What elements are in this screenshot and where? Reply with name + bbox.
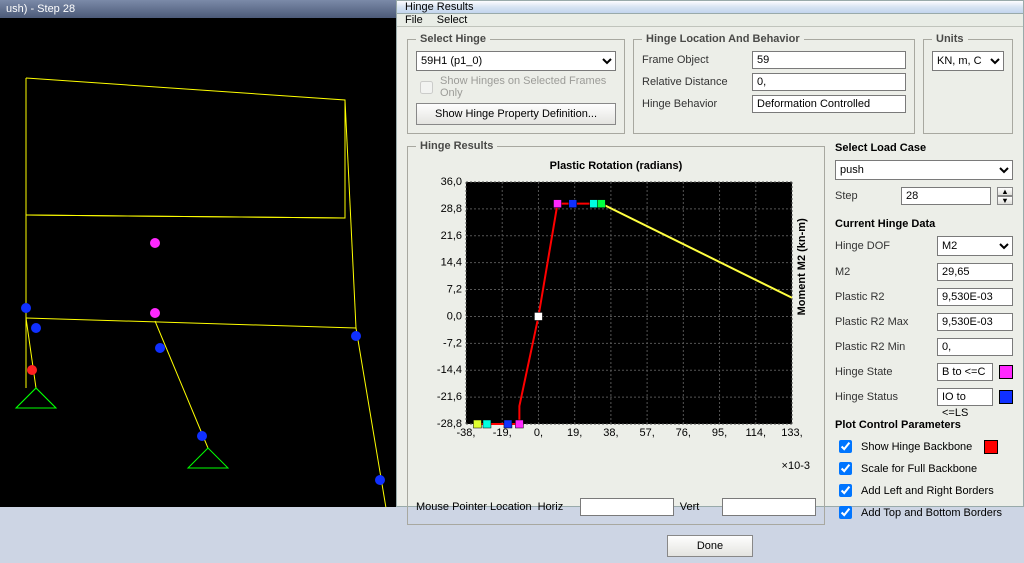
svg-text:28,8: 28,8	[441, 203, 462, 215]
hinge-status-color	[999, 390, 1013, 404]
select-hinge-legend: Select Hinge	[416, 33, 490, 45]
hinge-dof-select[interactable]: M2	[937, 236, 1013, 256]
hinge-status-value: IO to <=LS	[937, 388, 993, 406]
select-hinge-group: Select Hinge 59H1 (p1_0) Show Hinges on …	[407, 33, 625, 134]
x-axis-exponent: ×10-3	[782, 460, 810, 472]
svg-text:133,: 133,	[781, 427, 802, 439]
svg-text:38,: 38,	[603, 427, 618, 439]
hinge-results-legend: Hinge Results	[416, 140, 497, 152]
add-lr-row[interactable]: Add Left and Right Borders	[835, 481, 1013, 500]
units-legend: Units	[932, 33, 968, 45]
scale-backbone-row[interactable]: Scale for Full Backbone	[835, 459, 1013, 478]
mouse-horiz-value	[580, 498, 674, 516]
hinge-results-group: Hinge Results Plastic Rotation (radians)…	[407, 140, 825, 525]
m2-value: 29,65	[937, 263, 1013, 281]
chart-title: Plastic Rotation (radians)	[416, 158, 816, 176]
svg-text:-21,6: -21,6	[437, 391, 462, 403]
current-hinge-head: Current Hinge Data	[835, 218, 1013, 230]
plot-params-head: Plot Control Parameters	[835, 419, 1013, 431]
svg-text:95,: 95,	[712, 427, 727, 439]
svg-text:57,: 57,	[639, 427, 654, 439]
svg-text:19,: 19,	[567, 427, 582, 439]
svg-text:7,2: 7,2	[447, 284, 462, 296]
model-viewport[interactable]: ush) - Step 28	[0, 0, 396, 507]
done-button[interactable]: Done	[667, 535, 753, 557]
add-tb-row[interactable]: Add Top and Bottom Borders	[835, 503, 1013, 522]
svg-text:-14,4: -14,4	[437, 364, 462, 376]
hinge-location-legend: Hinge Location And Behavior	[642, 33, 804, 45]
load-case-head: Select Load Case	[835, 142, 1013, 154]
svg-text:21,6: 21,6	[441, 230, 462, 242]
show-backbone-checkbox[interactable]	[839, 440, 852, 453]
svg-text:0,: 0,	[534, 427, 543, 439]
step-up-button[interactable]: ▲	[997, 187, 1013, 196]
hinge-select[interactable]: 59H1 (p1_0)	[416, 51, 616, 71]
add-tb-checkbox[interactable]	[839, 506, 852, 519]
svg-text:-7,2: -7,2	[443, 337, 462, 349]
plasticr2min-value: 0,	[937, 338, 1013, 356]
svg-text:36,0: 36,0	[441, 176, 462, 188]
dialog-title-text: Hinge Results	[405, 1, 473, 13]
menu-file[interactable]: File	[405, 14, 423, 26]
svg-text:0,0: 0,0	[447, 310, 462, 322]
show-on-frames-input	[420, 81, 433, 94]
hinge-results-dialog: Hinge Results File Select Select Hinge 5…	[396, 0, 1024, 507]
frame-object-value: 59	[752, 51, 906, 69]
step-value: 28	[901, 187, 991, 205]
step-down-button[interactable]: ▼	[997, 196, 1013, 205]
plasticr2-value: 9,530E-03	[937, 288, 1013, 306]
dialog-titlebar[interactable]: Hinge Results	[397, 1, 1023, 14]
backbone-color	[984, 440, 998, 454]
scale-backbone-checkbox[interactable]	[839, 462, 852, 475]
svg-text:-28,8: -28,8	[437, 418, 462, 430]
show-backbone-row[interactable]: Show Hinge Backbone	[835, 437, 1013, 456]
right-panel: Select Load Case push Step 28 ▲ ▼ Curren…	[835, 140, 1013, 525]
hinge-location-group: Hinge Location And Behavior Frame Object…	[633, 33, 915, 134]
svg-text:-19,: -19,	[493, 427, 512, 439]
relative-distance-value: 0,	[752, 73, 906, 91]
show-on-frames-checkbox: Show Hinges on Selected Frames Only	[416, 75, 616, 99]
y-axis-label: Moment M2 (kn-m)	[796, 218, 808, 315]
units-select[interactable]: KN, m, C	[932, 51, 1004, 71]
svg-text:114,: 114,	[745, 427, 766, 439]
mouse-pointer-label: Mouse Pointer Location	[416, 501, 532, 513]
mouse-vert-value	[722, 498, 816, 516]
load-case-select[interactable]: push	[835, 160, 1013, 180]
svg-text:76,: 76,	[676, 427, 691, 439]
viewport-title: ush) - Step 28	[0, 0, 396, 18]
hinge-behavior-value: Deformation Controlled	[752, 95, 906, 113]
units-group: Units KN, m, C	[923, 33, 1013, 134]
hinge-state-color	[999, 365, 1013, 379]
svg-text:14,4: 14,4	[441, 257, 462, 269]
menu-bar: File Select	[397, 14, 1023, 27]
add-lr-checkbox[interactable]	[839, 484, 852, 497]
viewport-canvas	[0, 18, 396, 507]
menu-select[interactable]: Select	[437, 14, 468, 26]
plasticr2max-value: 9,530E-03	[937, 313, 1013, 331]
show-hinge-definition-button[interactable]: Show Hinge Property Definition...	[416, 103, 616, 125]
hinge-state-value: B to <=C	[937, 363, 993, 381]
chart-area[interactable]: -38,-19,0,19,38,57,76,95,114,133,-28,8-2…	[416, 176, 816, 492]
